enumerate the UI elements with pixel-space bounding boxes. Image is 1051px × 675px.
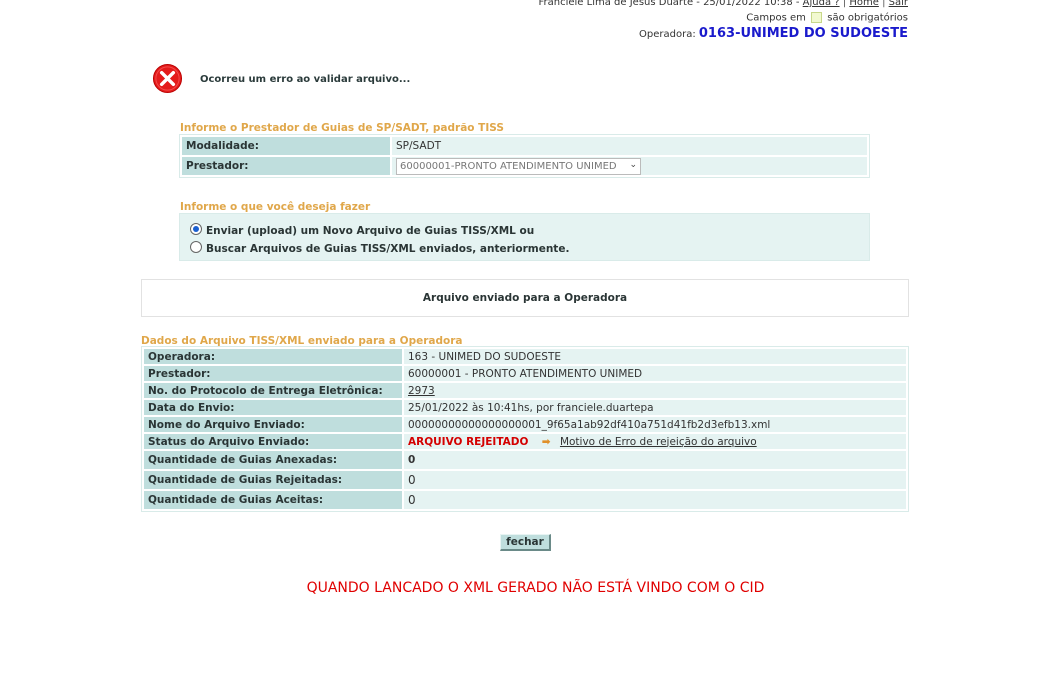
required-suffix: são obrigatórios bbox=[827, 12, 908, 24]
option-upload[interactable]: Enviar (upload) um Novo Arquivo de Guias… bbox=[190, 223, 534, 237]
modalidade-label: Modalidade: bbox=[182, 137, 390, 155]
operadora-row-value: 163 - UNIMED DO SUDOESTE bbox=[404, 349, 906, 364]
operadora-header: Operadora: 0163-UNIMED DO SUDOESTE bbox=[639, 26, 908, 41]
option-search[interactable]: Buscar Arquivos de Guias TISS/XML enviad… bbox=[190, 241, 569, 255]
status-row-label: Status do Arquivo Enviado: bbox=[144, 434, 402, 449]
prestador-selected-value: 60000001-PRONTO ATENDIMENTO UNIMED bbox=[400, 160, 617, 172]
rejeitadas-row-label: Quantidade de Guias Rejeitadas: bbox=[144, 471, 402, 489]
sent-notice: Arquivo enviado para a Operadora bbox=[422, 292, 628, 304]
rejeitadas-row-value: 0 bbox=[404, 471, 906, 489]
operadora-name: 0163-UNIMED DO SUDOESTE bbox=[698, 26, 908, 41]
error-message: Ocorreu um erro ao validar arquivo... bbox=[200, 74, 411, 85]
action-options-box: Enviar (upload) um Novo Arquivo de Guias… bbox=[179, 213, 870, 261]
operadora-label: Operadora: bbox=[639, 29, 696, 40]
radio-search[interactable] bbox=[190, 241, 202, 253]
data-envio-row-value: 25/01/2022 às 10:41hs, por franciele.dua… bbox=[404, 400, 906, 415]
prestador-row-value: 60000001 - PRONTO ATENDIMENTO UNIMED bbox=[404, 366, 906, 381]
error-icon bbox=[152, 63, 183, 94]
arrow-right-icon: ➡ bbox=[541, 435, 551, 448]
close-button[interactable]: fechar bbox=[500, 534, 551, 551]
user-datetime: Franciele Lima de Jesus Duarte - 25/01/2… bbox=[538, 0, 803, 8]
anexadas-row-label: Quantidade de Guias Anexadas: bbox=[144, 451, 402, 469]
separator: | bbox=[882, 0, 886, 8]
prestador-select[interactable]: 60000001-PRONTO ATENDIMENTO UNIMED ⌄ bbox=[396, 157, 641, 175]
prestador-section-title: Informe o Prestador de Guias de SP/SADT,… bbox=[180, 122, 504, 134]
protocolo-link[interactable]: 2973 bbox=[408, 385, 435, 397]
required-swatch bbox=[811, 12, 823, 23]
prestador-label: Prestador: bbox=[182, 157, 390, 175]
option-search-label: Buscar Arquivos de Guias TISS/XML enviad… bbox=[206, 243, 570, 255]
home-link[interactable]: Home bbox=[849, 0, 879, 8]
required-prefix: Campos em bbox=[746, 12, 806, 24]
action-section-title: Informe o que você deseja fazer bbox=[180, 201, 371, 213]
aceitas-row-label: Quantidade de Guias Aceitas: bbox=[144, 491, 402, 509]
option-upload-label: Enviar (upload) um Novo Arquivo de Guias… bbox=[206, 225, 535, 237]
logout-link[interactable]: Sair bbox=[889, 0, 908, 8]
sent-notice-box: Arquivo enviado para a Operadora bbox=[141, 279, 909, 317]
chevron-down-icon: ⌄ bbox=[629, 159, 637, 170]
modalidade-value: SP/SADT bbox=[392, 137, 867, 155]
prestador-row-label: Prestador: bbox=[144, 366, 402, 381]
file-data-table: Operadora: 163 - UNIMED DO SUDOESTE Pres… bbox=[141, 346, 909, 512]
help-link[interactable]: Ajuda ? bbox=[803, 0, 840, 8]
data-envio-row-label: Data do Envio: bbox=[144, 400, 402, 415]
rejection-reason-link[interactable]: Motivo de Erro de rejeição do arquivo bbox=[560, 436, 757, 448]
nome-arquivo-row-label: Nome do Arquivo Enviado: bbox=[144, 417, 402, 432]
radio-upload[interactable] bbox=[190, 223, 202, 235]
user-info-bar: Franciele Lima de Jesus Duarte - 25/01/2… bbox=[539, 0, 909, 8]
anexadas-row-value: 0 bbox=[404, 451, 906, 469]
protocolo-row-label: No. do Protocolo de Entrega Eletrônica: bbox=[144, 383, 402, 398]
separator: | bbox=[842, 0, 847, 8]
annotation-note: QUANDO LANCADO O XML GERADO NÃO ESTÁ VIN… bbox=[306, 580, 765, 596]
required-fields-hint: Campos em são obrigatórios bbox=[746, 12, 908, 24]
aceitas-row-value: 0 bbox=[404, 491, 906, 509]
nome-arquivo-row-value: 00000000000000000001_9f65a1ab92df410a751… bbox=[404, 417, 906, 432]
operadora-row-label: Operadora: bbox=[144, 349, 402, 364]
status-badge: ARQUIVO REJEITADO bbox=[408, 435, 529, 448]
prestador-table: Modalidade: SP/SADT Prestador: 60000001-… bbox=[179, 134, 870, 178]
